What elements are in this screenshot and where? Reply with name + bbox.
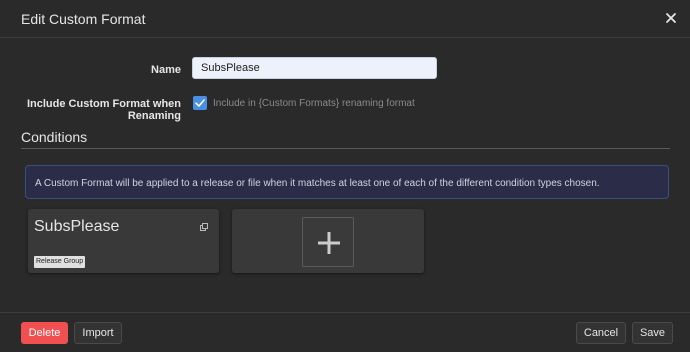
condition-name: SubsPlease xyxy=(34,218,120,235)
clone-icon[interactable] xyxy=(200,223,208,231)
name-label: Name xyxy=(151,64,181,76)
plus-icon xyxy=(318,232,340,254)
include-renaming-label: Include Custom Format when Renaming xyxy=(26,98,181,122)
name-input[interactable] xyxy=(192,57,437,79)
cancel-button[interactable]: Cancel xyxy=(576,322,626,344)
add-condition-button[interactable] xyxy=(302,217,354,267)
info-alert: A Custom Format will be applied to a rel… xyxy=(25,165,669,199)
close-icon[interactable] xyxy=(662,9,680,27)
edit-custom-format-modal: Edit Custom Format Name Include Custom F… xyxy=(0,0,690,352)
condition-type-badge: Release Group xyxy=(34,256,86,268)
modal-header: Edit Custom Format xyxy=(0,0,690,38)
include-renaming-checkbox[interactable] xyxy=(193,96,207,110)
import-button[interactable]: Import xyxy=(74,322,122,344)
include-renaming-help: Include in {Custom Formats} renaming for… xyxy=(213,98,415,109)
modal-title: Edit Custom Format xyxy=(21,11,146,27)
modal-footer: Delete Import Cancel Save xyxy=(0,312,690,352)
delete-button[interactable]: Delete xyxy=(21,322,68,344)
add-condition-card xyxy=(232,209,424,273)
check-icon xyxy=(195,99,205,107)
condition-card[interactable]: SubsPlease Release Group xyxy=(28,209,219,273)
conditions-title: Conditions xyxy=(21,129,88,145)
save-button[interactable]: Save xyxy=(632,322,673,344)
section-divider xyxy=(21,148,670,149)
